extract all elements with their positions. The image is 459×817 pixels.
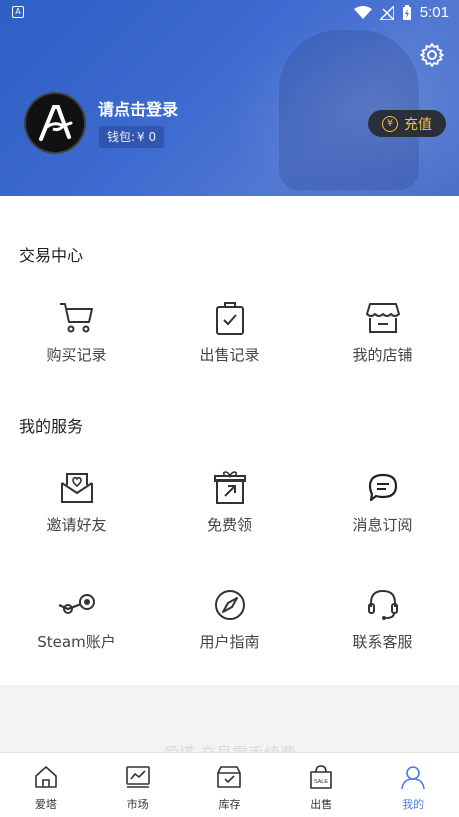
message-subscription-button[interactable]: 消息订阅 bbox=[306, 468, 459, 535]
sales-records-button[interactable]: 出售记录 bbox=[153, 298, 306, 365]
sales-records-label: 出售记录 bbox=[199, 346, 260, 364]
tab-profile[interactable]: 我的 bbox=[367, 753, 459, 817]
message-subscription-label: 消息订阅 bbox=[352, 516, 413, 534]
tab-market[interactable]: 市场 bbox=[92, 753, 184, 817]
tab-sell[interactable]: SALE 出售 bbox=[275, 753, 367, 817]
gift-box-icon bbox=[210, 468, 250, 508]
wallet-amount: ¥ 0 bbox=[137, 130, 157, 144]
market-chart-icon bbox=[124, 763, 152, 791]
bottom-tab-bar: 爱塔 市场 库存 SALE 出售 我的 bbox=[0, 752, 459, 817]
invite-friends-button[interactable]: 邀请好友 bbox=[0, 468, 153, 535]
cart-icon bbox=[57, 298, 97, 338]
wifi-icon bbox=[353, 5, 372, 19]
user-guide-button[interactable]: 用户指南 bbox=[153, 585, 306, 652]
avatar[interactable] bbox=[24, 92, 86, 154]
wallet-label: 钱包: bbox=[107, 130, 136, 144]
tab-profile-label: 我的 bbox=[402, 798, 425, 811]
app-logo-icon bbox=[39, 105, 73, 141]
sale-badge-text: SALE bbox=[314, 779, 328, 785]
profile-header: A 5:01 请点击登录 钱包: ¥ 0 ¥ 充值 bbox=[0, 0, 459, 196]
steam-account-button[interactable]: Steam账户 bbox=[0, 585, 153, 652]
message-icon bbox=[363, 468, 403, 508]
sale-bag-icon: SALE bbox=[307, 763, 335, 791]
tab-home-label: 爱塔 bbox=[34, 798, 57, 811]
compass-icon bbox=[210, 585, 250, 625]
tab-inventory-label: 库存 bbox=[218, 798, 241, 811]
tab-market-label: 市场 bbox=[126, 798, 149, 811]
promo-faded-text: 爱塔 交易零手续费 bbox=[0, 740, 459, 752]
invite-friends-label: 邀请好友 bbox=[46, 516, 107, 534]
yen-coin-icon: ¥ bbox=[382, 115, 398, 132]
tab-home[interactable]: 爱塔 bbox=[0, 753, 92, 817]
recharge-label: 充值 bbox=[404, 116, 432, 133]
recharge-button[interactable]: ¥ 充值 bbox=[368, 110, 446, 137]
battery-icon bbox=[402, 4, 411, 20]
user-icon bbox=[399, 763, 427, 791]
main-panel: 交易中心 购买记录 出售记录 我的店铺 我的服务 邀请好友 免费领 消息订阅 S… bbox=[0, 196, 459, 685]
section-title-trade-center: 交易中心 bbox=[19, 246, 84, 265]
free-claim-label: 免费领 bbox=[206, 516, 252, 534]
status-time: 5:01 bbox=[419, 4, 449, 21]
customer-service-label: 联系客服 bbox=[352, 633, 413, 651]
tab-inventory[interactable]: 库存 bbox=[184, 753, 276, 817]
tab-sell-label: 出售 bbox=[310, 798, 333, 811]
settings-gear-icon[interactable] bbox=[419, 42, 445, 68]
customer-service-button[interactable]: 联系客服 bbox=[306, 585, 459, 652]
status-bar: A 5:01 bbox=[0, 0, 459, 26]
steam-icon bbox=[57, 585, 97, 625]
my-store-label: 我的店铺 bbox=[352, 346, 413, 364]
free-claim-button[interactable]: 免费领 bbox=[153, 468, 306, 535]
purchase-records-button[interactable]: 购买记录 bbox=[0, 298, 153, 365]
my-store-button[interactable]: 我的店铺 bbox=[306, 298, 459, 365]
no-signal-icon bbox=[379, 5, 394, 20]
app-notification-icon: A bbox=[12, 6, 24, 18]
section-title-my-services: 我的服务 bbox=[19, 417, 84, 436]
sell-bag-icon bbox=[210, 298, 250, 338]
inventory-icon bbox=[215, 763, 243, 791]
wallet-balance[interactable]: 钱包: ¥ 0 bbox=[99, 126, 165, 148]
store-icon bbox=[363, 298, 403, 338]
steam-account-label: Steam账户 bbox=[37, 633, 116, 651]
login-prompt[interactable]: 请点击登录 bbox=[98, 96, 178, 120]
invite-letter-icon bbox=[57, 468, 97, 508]
home-icon bbox=[32, 763, 60, 791]
footer-gray-area: 爱塔 交易零手续费 bbox=[0, 685, 459, 752]
headset-icon bbox=[363, 585, 403, 625]
purchase-records-label: 购买记录 bbox=[46, 346, 107, 364]
user-guide-label: 用户指南 bbox=[199, 633, 260, 651]
